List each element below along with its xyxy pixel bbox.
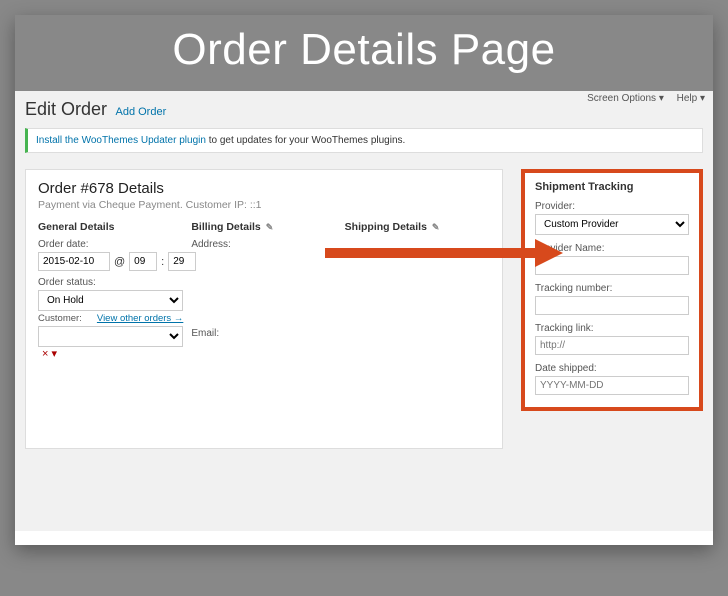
highlight-arrow: [325, 239, 563, 267]
date-shipped-input[interactable]: [535, 376, 689, 395]
app-frame: Order Details Page Screen Options ▾ Help…: [15, 15, 713, 545]
screen-meta: Screen Options ▾ Help ▾: [577, 93, 705, 104]
tracking-link-label: Tracking link:: [535, 323, 689, 334]
edit-shipping-icon[interactable]: ✎: [432, 222, 440, 232]
order-date-input[interactable]: [38, 252, 110, 271]
tracking-number-input[interactable]: [535, 296, 689, 315]
shipping-details-header: Shipping Details ✎: [345, 221, 490, 233]
install-updater-link[interactable]: Install the WooThemes Updater plugin: [36, 135, 206, 146]
at-symbol: @: [114, 256, 125, 268]
notice-text: to get updates for your WooThemes plugin…: [206, 135, 405, 146]
arrow-head-icon: [535, 239, 563, 267]
billing-header-text: Billing Details: [191, 221, 260, 233]
customer-row: Customer: View other orders →: [38, 313, 183, 324]
banner-title: Order Details Page: [172, 25, 555, 74]
address-label: Address:: [191, 239, 336, 250]
provider-select[interactable]: Custom Provider: [535, 214, 689, 235]
shipment-tracking-header: Shipment Tracking: [535, 181, 689, 193]
view-other-orders-link[interactable]: View other orders →: [97, 313, 183, 324]
shipping-header-text: Shipping Details: [345, 221, 427, 233]
general-details-header: General Details: [38, 221, 183, 233]
order-details-panel: Order #678 Details Payment via Cheque Pa…: [25, 169, 503, 449]
billing-details-header: Billing Details ✎: [191, 221, 336, 233]
shipment-tracking-panel: Shipment Tracking Provider: Custom Provi…: [521, 169, 703, 411]
general-details-col: General Details Order date: @ : Order st…: [38, 221, 183, 360]
arrow-shaft: [325, 248, 535, 258]
edit-billing-icon[interactable]: ✎: [266, 222, 274, 232]
add-order-link[interactable]: Add Order: [115, 106, 166, 118]
billing-details-col: Billing Details ✎ Address: Email:: [191, 221, 336, 360]
tutorial-banner: Order Details Page: [15, 15, 713, 91]
tracking-link-input[interactable]: [535, 336, 689, 355]
order-date-row: @ :: [38, 252, 183, 271]
updater-notice: Install the WooThemes Updater plugin to …: [25, 128, 703, 153]
provider-label: Provider:: [535, 201, 689, 212]
order-subtitle: Payment via Cheque Payment. Customer IP:…: [38, 199, 490, 211]
page-title: Edit Order: [25, 99, 107, 120]
wp-admin-surface: Screen Options ▾ Help ▾ Edit Order Add O…: [15, 91, 713, 531]
order-status-select[interactable]: On Hold: [38, 290, 183, 311]
order-date-label: Order date:: [38, 239, 183, 250]
tracking-number-label: Tracking number:: [535, 283, 689, 294]
order-status-label: Order status:: [38, 277, 183, 288]
customer-label: Customer:: [38, 313, 82, 324]
clear-customer-icon[interactable]: × ▾: [42, 348, 57, 360]
email-label: Email:: [191, 328, 336, 339]
screen-options-toggle[interactable]: Screen Options ▾: [587, 93, 664, 104]
time-colon: :: [161, 256, 164, 268]
help-toggle[interactable]: Help ▾: [677, 93, 705, 104]
order-title: Order #678 Details: [38, 180, 490, 197]
date-shipped-label: Date shipped:: [535, 363, 689, 374]
order-hour-input[interactable]: [129, 252, 157, 271]
content-body: Order #678 Details Payment via Cheque Pa…: [25, 169, 703, 521]
customer-select[interactable]: [38, 326, 183, 347]
